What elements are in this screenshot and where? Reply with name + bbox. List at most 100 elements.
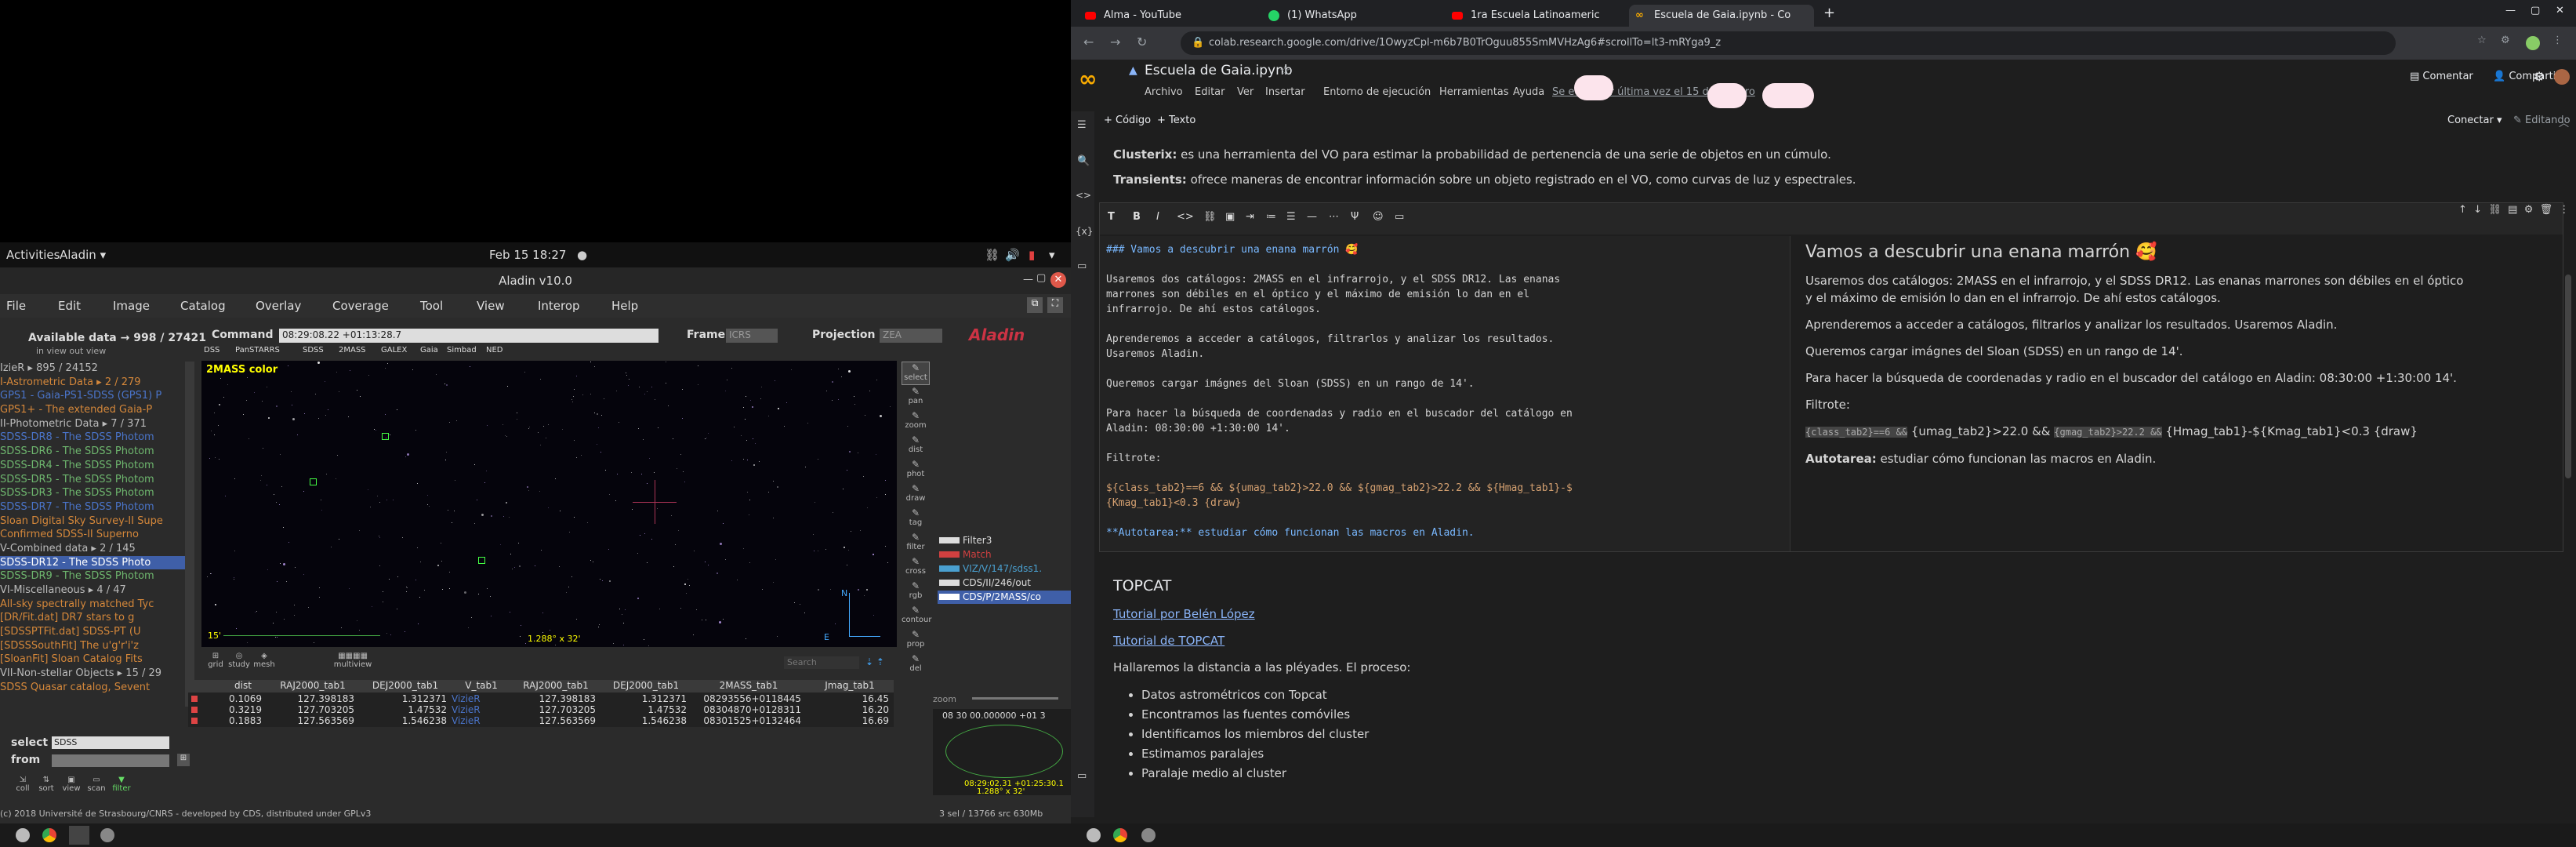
menu-herramientas[interactable]: Herramientas	[1439, 86, 1509, 98]
dock-icon[interactable]	[16, 828, 30, 842]
heading-icon[interactable]: T	[1108, 211, 1115, 223]
tree-item[interactable]: SDSS Quasar catalog, Sevent	[0, 681, 185, 695]
search-icon[interactable]: 🔍	[1077, 155, 1090, 167]
tree-item[interactable]: Sloan Digital Sky Survey-II Supe	[0, 514, 185, 529]
move-up-icon[interactable]: ↑	[2458, 204, 2467, 216]
dist-tool[interactable]: ✎ dist	[902, 434, 930, 458]
menu-edit[interactable]: Edit	[58, 299, 81, 313]
more-icon[interactable]: ⋯	[1329, 211, 1339, 223]
italic-icon[interactable]: I	[1156, 211, 1159, 223]
menu-ayuda[interactable]: Ayuda	[1513, 86, 1544, 98]
bullet-list-icon[interactable]: ☰	[1286, 211, 1296, 223]
link-icon[interactable]: ⛓	[2488, 204, 2502, 216]
settings-icon[interactable]: ⚙	[2524, 204, 2534, 216]
code-icon[interactable]: <>	[1177, 211, 1194, 223]
system-menu-icon[interactable]: ▾	[1049, 248, 1055, 262]
column-header[interactable]: dist	[220, 680, 267, 691]
tree-item[interactable]: VI-Miscellaneous ▸ 4 / 47	[0, 583, 185, 598]
new-tab-icon[interactable]: +	[1823, 5, 1835, 21]
tree-item[interactable]: All-sky spectrally matched Tyc	[0, 598, 185, 612]
share-button[interactable]: 👤 Compartir	[2493, 71, 2560, 82]
layer-item[interactable]: Match	[938, 548, 1076, 562]
code-icon[interactable]: <>	[1076, 190, 1091, 201]
tab-whatsapp[interactable]: (1) WhatsApp	[1262, 5, 1442, 27]
comment-button[interactable]: ▤ Comentar	[2410, 71, 2473, 82]
tree-item[interactable]: IzieR ▸ 895 / 24152	[0, 362, 185, 376]
reload-icon[interactable]: ↻	[1137, 35, 1147, 49]
folder-icon[interactable]: ▭	[1077, 260, 1087, 272]
dock-icon[interactable]	[1141, 828, 1156, 842]
star-icon[interactable]: ☆	[2477, 35, 2487, 46]
settings-icon[interactable]: ⚙	[2534, 69, 2545, 84]
extensions-icon[interactable]: ⚙	[2501, 35, 2510, 46]
menu-icon[interactable]: ⋮	[2552, 35, 2563, 46]
more-icon[interactable]: ⋮	[2559, 204, 2569, 216]
image-icon[interactable]: ▣	[1225, 211, 1235, 223]
tree-item[interactable]: SDSS-DR12 - The SDSS Photo	[0, 555, 185, 570]
tree-item[interactable]: [SDSSPTFit.dat] SDSS-PT (U	[0, 625, 185, 639]
tree-item[interactable]: V-Combined data ▸ 2 / 145	[0, 542, 185, 556]
add-text-button[interactable]: + Texto	[1157, 115, 1195, 126]
sky-view[interactable]: 2MASS color 15' 1.288° x 32' N E	[201, 361, 897, 647]
numbered-list-icon[interactable]: ≔	[1266, 211, 1276, 223]
mesh-button[interactable]: ◈ mesh	[252, 652, 276, 672]
activities-button[interactable]: Activities	[6, 248, 60, 262]
scan-button[interactable]: ▭ scan	[85, 776, 108, 796]
layer-item[interactable]: CDS/II/246/out	[938, 576, 1076, 590]
add-code-button[interactable]: + Código	[1104, 115, 1151, 126]
from-select[interactable]	[52, 754, 169, 767]
dock-active-icon[interactable]	[69, 826, 89, 845]
pan-tool[interactable]: ✎ pan	[902, 386, 930, 409]
zoom-slider[interactable]	[972, 697, 1058, 700]
select-tool[interactable]: ✎ select	[902, 362, 930, 385]
tutorial-belen-link[interactable]: Tutorial por Belén López	[1113, 607, 1255, 621]
column-header[interactable]: DEJ2000_tab1	[359, 680, 452, 691]
maximize-icon[interactable]: ▢	[1036, 272, 1046, 284]
profile-avatar[interactable]	[2526, 36, 2540, 50]
detach-icon[interactable]: ⧉	[1027, 297, 1043, 313]
del-tool[interactable]: ✎ del	[902, 653, 930, 677]
tree-item[interactable]: SDSS-DR7 - The SDSS Photom	[0, 500, 185, 514]
tab-colab-active[interactable]: ∞ Escuela de Gaia.ipynb - Co	[1629, 5, 1814, 27]
tree-item[interactable]: SDSS-DR3 - The SDSS Photom	[0, 486, 185, 500]
clock[interactable]: Feb 15 18:27	[489, 248, 566, 262]
column-header[interactable]: RAJ2000_tab1	[511, 680, 600, 691]
tab-youtube[interactable]: Alma - YouTube	[1079, 5, 1259, 27]
menu-ver[interactable]: Ver	[1237, 86, 1254, 98]
menu-overlay[interactable]: Overlay	[256, 299, 301, 313]
tree-item[interactable]: [DR/Fit.dat] DR7 stars to g	[0, 611, 185, 625]
chrome-icon[interactable]	[42, 828, 56, 842]
menu-catalog[interactable]: Catalog	[180, 299, 226, 313]
menu-editar[interactable]: Editar	[1195, 86, 1225, 98]
phot-tool[interactable]: ✎ phot	[902, 459, 930, 482]
maximize-icon[interactable]: ▢	[2531, 5, 2540, 16]
layer-item[interactable]: VIZ/V/147/sdss1.	[938, 562, 1076, 576]
prop-tool[interactable]: ✎ prop	[902, 629, 930, 653]
shortcut-ned[interactable]: NED	[486, 346, 503, 354]
preview-toggle-icon[interactable]: ▭	[1395, 211, 1404, 223]
network-icon[interactable]: ⛓	[985, 248, 1000, 262]
study-button[interactable]: ◎ study	[227, 652, 251, 672]
tree-item[interactable]: I-Astrometric Data ▸ 2 / 279	[0, 376, 185, 390]
filter-tool[interactable]: ✎ filter	[902, 532, 930, 555]
column-header[interactable]: 2MASS_tab1	[691, 680, 806, 691]
view-button[interactable]: ▣ view	[60, 776, 83, 796]
table-cell[interactable]: VizieR	[452, 715, 506, 726]
move-down-icon[interactable]: ↓	[2473, 204, 2482, 216]
user-avatar[interactable]	[2554, 69, 2570, 85]
sort-button[interactable]: ⇅ sort	[34, 776, 58, 796]
tree-item[interactable]: SDSS-DR5 - The SDSS Photom	[0, 473, 185, 487]
multiview-button[interactable]: ▦▦▦▦ multiview	[329, 652, 376, 672]
select-input[interactable]: SDSS	[52, 736, 169, 749]
search-arrows-icon[interactable]: ⇣ ⇡	[865, 656, 884, 667]
emoji-icon[interactable]: ☺	[1373, 211, 1384, 223]
menu-help[interactable]: Help	[611, 299, 638, 313]
layer-item[interactable]: Filter3	[938, 534, 1076, 547]
comment-icon[interactable]: ▤	[2508, 204, 2517, 216]
shortcut-simbad[interactable]: Simbad	[447, 346, 477, 354]
star-icon[interactable]: ☆	[1279, 63, 1290, 78]
tree-item[interactable]: SDSS-DR8 - The SDSS Photom	[0, 431, 185, 445]
tree-item[interactable]: SDSS-DR9 - The SDSS Photom	[0, 569, 185, 583]
from-browse-icon[interactable]: ⊞	[177, 754, 190, 766]
column-header[interactable]: DEJ2000_tab1	[600, 680, 691, 691]
